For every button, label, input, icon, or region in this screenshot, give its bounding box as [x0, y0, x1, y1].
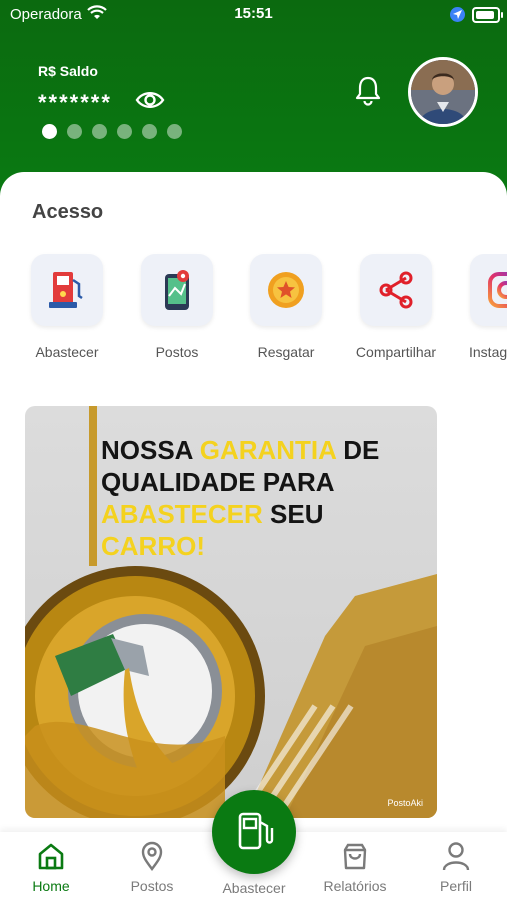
nav-perfil[interactable]: Perfil — [406, 840, 506, 894]
banner-line-1: NOSSA GARANTIA DE — [101, 435, 380, 465]
fuel-pump-icon — [238, 812, 274, 850]
shortcut-label: Compartilhar — [355, 344, 437, 360]
carousel-dot[interactable] — [167, 124, 182, 139]
shortcut-postos[interactable]: Postos — [122, 254, 232, 360]
carousel-dot[interactable] — [67, 124, 82, 139]
banner-line-3: ABASTECER SEU CARRO! — [101, 499, 324, 561]
nav-home[interactable]: Home — [1, 840, 101, 894]
shortcut-tile[interactable] — [31, 254, 103, 326]
map-phone-icon — [165, 270, 189, 310]
shortcut-tile[interactable] — [360, 254, 432, 326]
shortcut-tile[interactable] — [250, 254, 322, 326]
shortcut-instagram[interactable]: Instagram — [451, 254, 507, 360]
header: Operadora 15:51 R$ Saldo ******* — [0, 0, 507, 200]
location-arrow-icon — [450, 7, 465, 22]
bell-icon[interactable] — [352, 74, 384, 106]
carousel-dot[interactable] — [142, 124, 157, 139]
shortcut-compartilhar[interactable]: Compartilhar — [341, 254, 451, 360]
carousel-dot[interactable] — [42, 124, 57, 139]
nav-label: Postos — [130, 878, 174, 894]
instagram-icon — [488, 272, 507, 308]
nav-postos[interactable]: Postos — [102, 840, 202, 894]
shopping-bag-icon — [343, 843, 367, 870]
shortcut-resgatar[interactable]: Resgatar — [231, 254, 341, 360]
main-content: Acesso Abastecer Postos Resgatar Compart… — [0, 172, 507, 832]
eye-icon[interactable] — [135, 88, 165, 112]
shortcut-abastecer[interactable]: Abastecer — [12, 254, 122, 360]
fuel-pump-icon — [49, 272, 83, 308]
promo-banner[interactable]: NOSSA GARANTIA DE QUALIDADE PARA ABASTEC… — [25, 406, 437, 818]
carousel-dot[interactable] — [117, 124, 132, 139]
carousel-dots — [42, 124, 182, 139]
nav-label-abastecer: Abastecer — [222, 880, 286, 896]
location-pin-icon — [141, 841, 163, 872]
shortcut-label: Postos — [155, 344, 199, 360]
nav-label: Perfil — [440, 878, 472, 894]
share-icon — [379, 271, 413, 309]
shortcut-tile[interactable] — [141, 254, 213, 326]
banner-headline: NOSSA GARANTIA DE QUALIDADE PARA ABASTEC… — [101, 434, 431, 562]
coin-icon — [268, 272, 304, 308]
status-bar: Operadora 15:51 — [0, 0, 507, 30]
user-icon — [442, 842, 470, 871]
avatar[interactable] — [408, 57, 478, 127]
nav-label: Relatórios — [323, 878, 387, 894]
home-icon — [38, 843, 64, 870]
balance-value: ******* — [38, 90, 112, 115]
section-title-acesso: Acesso — [32, 201, 104, 223]
clock: 15:51 — [234, 5, 273, 22]
shortcut-label: Resgatar — [257, 344, 315, 360]
balance-label: R$ Saldo — [38, 63, 98, 79]
shortcut-label: Instagram — [469, 344, 507, 360]
carousel-dot[interactable] — [92, 124, 107, 139]
nav-relatorios[interactable]: Relatórios — [305, 840, 405, 894]
abastecer-fab-button[interactable] — [212, 790, 296, 874]
shortcut-label: Abastecer — [35, 344, 99, 360]
banner-brand: PostoAki — [387, 798, 423, 808]
nav-label: Home — [32, 878, 70, 894]
shortcut-tile[interactable] — [470, 254, 507, 326]
banner-line-2: QUALIDADE PARA — [101, 467, 335, 497]
battery-icon — [472, 7, 503, 23]
